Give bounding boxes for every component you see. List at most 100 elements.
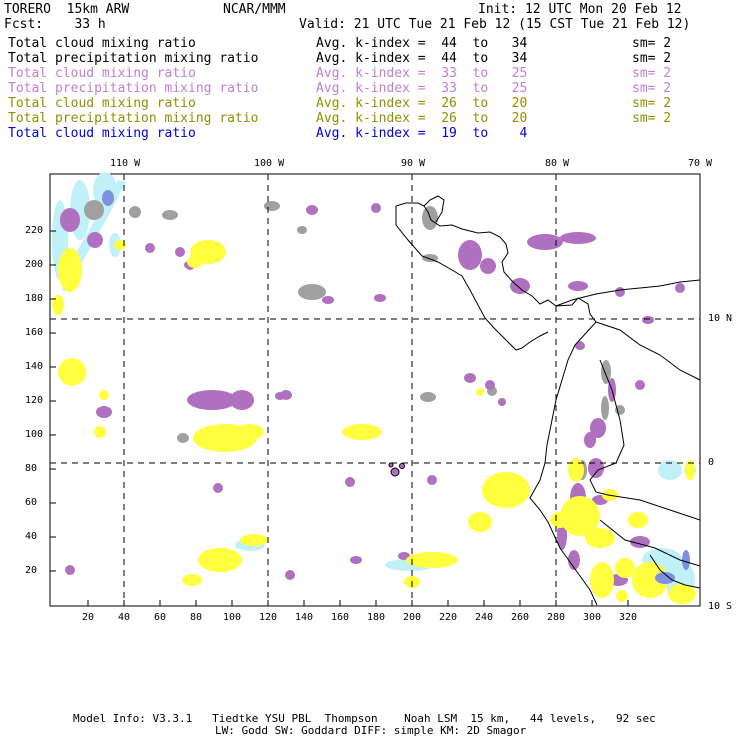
purple-cloud-blob <box>87 232 103 248</box>
lon-label-90w: 90 W <box>401 158 426 169</box>
yellow-cloud-blob <box>58 248 82 292</box>
purple-cloud-blob <box>145 243 155 253</box>
yellow-cloud-blob <box>550 512 570 528</box>
yellow-cloud-blob <box>406 552 458 568</box>
gray-cloud-blob <box>129 206 141 218</box>
purple-cloud-blob <box>60 208 80 232</box>
lon-label-100w: 100 W <box>254 158 285 169</box>
yellow-cloud-blob <box>628 512 648 528</box>
lon-label-110w: 110 W <box>110 158 141 169</box>
x-tick-label: 180 <box>367 612 386 623</box>
purple-cloud-blob <box>588 458 604 478</box>
footer-physics-info: LW: Godd SW: Goddard DIFF: simple KM: 2D… <box>215 724 527 737</box>
x-tick-label: 60 <box>154 612 167 623</box>
y-tick-label: 140 <box>25 361 44 372</box>
y-tick-label: 120 <box>25 395 44 406</box>
x-tick-label: 300 <box>583 612 602 623</box>
purple-cloud-blob <box>371 203 381 213</box>
yellow-cloud-blob <box>468 512 492 532</box>
yellow-cloud-blob <box>668 584 696 604</box>
yellow-cloud-blob <box>616 590 628 602</box>
purple-cloud-blob <box>498 398 506 406</box>
purple-cloud-blob <box>464 373 476 383</box>
y-tick-label: 200 <box>25 259 44 270</box>
gray-cloud-blob <box>84 200 104 220</box>
lon-label-70w: 70 W <box>688 158 713 169</box>
purple-cloud-blob <box>374 294 386 302</box>
x-tick-label: 120 <box>259 612 278 623</box>
yellow-cloud-blob <box>187 256 203 268</box>
purple-cloud-blob <box>642 316 654 324</box>
x-tick-label: 220 <box>439 612 458 623</box>
purple-cloud-blob <box>427 475 437 485</box>
y-tick-label: 80 <box>25 463 38 474</box>
y-tick-label: 100 <box>25 429 44 440</box>
yellow-cloud-blob <box>52 295 64 315</box>
gray-cloud-blob <box>177 433 189 443</box>
x-tick-label: 200 <box>403 612 422 623</box>
purple-cloud-blob <box>345 477 355 487</box>
yellow-cloud-blob <box>182 574 202 586</box>
gray-cloud-blob <box>601 360 611 384</box>
purple-cloud-blob <box>568 281 588 291</box>
y-tick-label: 40 <box>25 531 38 542</box>
purple-cloud-blob <box>213 483 223 493</box>
purple-cloud-blob <box>65 565 75 575</box>
y-tick-label: 220 <box>25 225 44 236</box>
gray-cloud-blob <box>420 392 436 402</box>
purple-cloud-blob <box>96 406 112 418</box>
yellow-cloud-blob <box>615 558 635 578</box>
gray-cloud-blob <box>297 226 307 234</box>
yellow-cloud-blob <box>476 388 484 396</box>
purple-cloud-blob <box>675 283 685 293</box>
yellow-cloud-blob <box>568 458 584 482</box>
yellow-cloud-blob <box>58 358 86 386</box>
yellow-cloud-blob <box>236 424 264 440</box>
purple-cloud-blob <box>584 432 596 448</box>
purple-cloud-blob <box>458 240 482 270</box>
x-tick-label: 260 <box>511 612 530 623</box>
purple-cloud-blob <box>306 205 318 215</box>
y-tick-label: 20 <box>25 565 38 576</box>
purple-cloud-blob <box>275 392 285 400</box>
x-tick-label: 240 <box>475 612 494 623</box>
purple-cloud-blob <box>480 258 496 274</box>
yellow-cloud-blob <box>482 472 530 508</box>
x-tick-label: 160 <box>331 612 350 623</box>
purple-cloud-blob <box>485 380 495 390</box>
lat-label-10n: 10 N <box>708 313 733 324</box>
lat-label-10s: 10 S <box>708 601 733 612</box>
purple-cloud-blob <box>615 287 625 297</box>
gray-cloud-blob <box>298 284 326 300</box>
purple-cloud-blob <box>635 380 645 390</box>
yellow-cloud-blob <box>342 424 382 440</box>
x-tick-label: 320 <box>619 612 638 623</box>
yellow-cloud-blob <box>198 548 242 572</box>
y-tick-label: 180 <box>25 293 44 304</box>
blue-cloud-blob <box>682 550 690 570</box>
yellow-cloud-blob <box>99 390 109 400</box>
gray-cloud-blob <box>162 210 178 220</box>
purple-cloud-blob <box>230 390 254 410</box>
x-tick-label: 100 <box>223 612 242 623</box>
x-tick-label: 40 <box>118 612 131 623</box>
yellow-cloud-blob <box>240 534 268 546</box>
purple-cloud-blob <box>350 556 362 564</box>
purple-cloud-blob <box>175 247 185 257</box>
gray-cloud-blob <box>601 396 609 420</box>
y-tick-label: 160 <box>25 327 44 338</box>
blue-cloud-blob <box>102 190 114 206</box>
weather-map <box>49 172 701 607</box>
purple-cloud-blob <box>322 296 334 304</box>
lat-label-0: 0 <box>708 457 715 468</box>
x-tick-label: 280 <box>547 612 566 623</box>
gray-cloud-blob <box>264 201 280 211</box>
lon-label-80w: 80 W <box>545 158 570 169</box>
purple-cloud-blob <box>187 390 237 410</box>
yellow-cloud-blob <box>590 562 614 598</box>
x-tick-label: 140 <box>295 612 314 623</box>
purple-cloud-blob <box>510 278 530 294</box>
yellow-cloud-blob <box>585 528 615 548</box>
purple-cloud-blob <box>560 232 596 244</box>
purple-cloud-blob <box>285 570 295 580</box>
